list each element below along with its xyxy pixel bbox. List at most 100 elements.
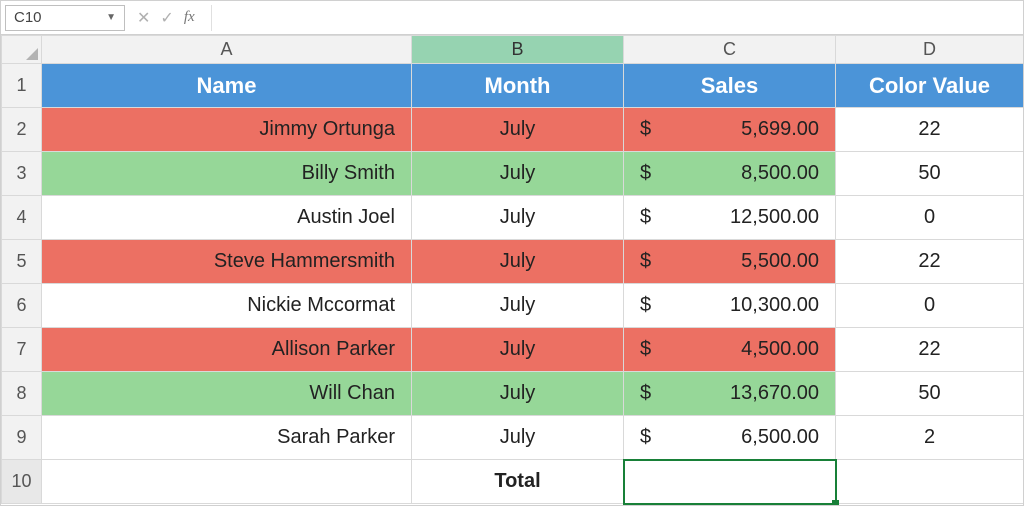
currency-symbol: $ [640, 426, 651, 449]
cell-B2[interactable]: July [412, 108, 624, 152]
colorvalue-value: 0 [836, 196, 1023, 239]
cell-C7[interactable]: $4,500.00 [624, 328, 836, 372]
cell-A1[interactable]: Name [42, 64, 412, 108]
name-value: Jimmy Ortunga [42, 108, 411, 151]
row-header-3[interactable]: 3 [2, 152, 42, 196]
sales-value: $13,670.00 [624, 372, 835, 415]
total-label: Total [412, 460, 623, 503]
cell-A5[interactable]: Steve Hammersmith [42, 240, 412, 284]
cell-C3[interactable]: $8,500.00 [624, 152, 836, 196]
row-header-9[interactable]: 9 [2, 416, 42, 460]
row-header-6[interactable]: 6 [2, 284, 42, 328]
cell-B10[interactable]: Total [412, 460, 624, 504]
cell-C2[interactable]: $5,699.00 [624, 108, 836, 152]
col-header-C[interactable]: C [624, 36, 836, 64]
cell-B1[interactable]: Month [412, 64, 624, 108]
table-row-total: 10 Total [2, 460, 1024, 504]
formula-bar: C10 ▼ ✕ ✓ fx [1, 1, 1023, 35]
name-box-value: C10 [14, 9, 42, 26]
header-sales: Sales [624, 64, 835, 107]
cell-D7[interactable]: 22 [836, 328, 1024, 372]
currency-symbol: $ [640, 118, 651, 141]
select-all-corner[interactable] [2, 36, 42, 64]
sales-value: $6,500.00 [624, 416, 835, 459]
cell-D10[interactable] [836, 460, 1024, 504]
cell-C1[interactable]: Sales [624, 64, 836, 108]
cell-A10[interactable] [42, 460, 412, 504]
cell-C6[interactable]: $10,300.00 [624, 284, 836, 328]
currency-symbol: $ [640, 294, 651, 317]
cell-D9[interactable]: 2 [836, 416, 1024, 460]
name-value: Will Chan [42, 372, 411, 415]
row-header-1[interactable]: 1 [2, 64, 42, 108]
month-value: July [412, 328, 623, 371]
cell-B5[interactable]: July [412, 240, 624, 284]
row-header-2[interactable]: 2 [2, 108, 42, 152]
cell-B8[interactable]: July [412, 372, 624, 416]
cell-D5[interactable]: 22 [836, 240, 1024, 284]
cell-D1[interactable]: Color Value [836, 64, 1024, 108]
cell-C10[interactable] [624, 460, 836, 504]
col-header-B[interactable]: B [412, 36, 624, 64]
month-value: July [412, 108, 623, 151]
name-box[interactable]: C10 ▼ [5, 5, 125, 31]
cell-A2[interactable]: Jimmy Ortunga [42, 108, 412, 152]
cells-table: A B C D 1NameMonthSalesColor Value2Jimmy… [1, 35, 1024, 504]
cell-C8[interactable]: $13,670.00 [624, 372, 836, 416]
cancel-icon[interactable]: ✕ [137, 8, 150, 28]
cell-B9[interactable]: July [412, 416, 624, 460]
cell-A8[interactable]: Will Chan [42, 372, 412, 416]
cell-A4[interactable]: Austin Joel [42, 196, 412, 240]
cell-A3[interactable]: Billy Smith [42, 152, 412, 196]
excel-window: C10 ▼ ✕ ✓ fx A B C D 1NameMon [0, 0, 1024, 506]
row-header-10[interactable]: 10 [2, 460, 42, 504]
row-header-4[interactable]: 4 [2, 196, 42, 240]
colorvalue-value: 22 [836, 108, 1023, 151]
table-row-header: 1NameMonthSalesColor Value [2, 64, 1024, 108]
month-value: July [412, 152, 623, 195]
sales-value: $10,300.00 [624, 284, 835, 327]
table-row: 3Billy SmithJuly$8,500.0050 [2, 152, 1024, 196]
cell-C5[interactable]: $5,500.00 [624, 240, 836, 284]
row-header-5[interactable]: 5 [2, 240, 42, 284]
cell-D8[interactable]: 50 [836, 372, 1024, 416]
name-value: Steve Hammersmith [42, 240, 411, 283]
month-value: July [412, 240, 623, 283]
cell-B7[interactable]: July [412, 328, 624, 372]
cell-C4[interactable]: $12,500.00 [624, 196, 836, 240]
cell-D2[interactable]: 22 [836, 108, 1024, 152]
currency-symbol: $ [640, 206, 651, 229]
col-header-D[interactable]: D [836, 36, 1024, 64]
cell-A9[interactable]: Sarah Parker [42, 416, 412, 460]
cell-A7[interactable]: Allison Parker [42, 328, 412, 372]
fx-icon[interactable]: fx [184, 9, 195, 26]
cell-B4[interactable]: July [412, 196, 624, 240]
header-name: Name [42, 64, 411, 107]
cell-D3[interactable]: 50 [836, 152, 1024, 196]
formula-input[interactable] [211, 5, 1019, 31]
row-header-7[interactable]: 7 [2, 328, 42, 372]
currency-symbol: $ [640, 382, 651, 405]
cell-D4[interactable]: 0 [836, 196, 1024, 240]
table-row: 6Nickie MccormatJuly$10,300.000 [2, 284, 1024, 328]
enter-icon[interactable]: ✓ [160, 8, 173, 28]
cell-A6[interactable]: Nickie Mccormat [42, 284, 412, 328]
col-header-A[interactable]: A [42, 36, 412, 64]
sales-value: $8,500.00 [624, 152, 835, 195]
row-header-8[interactable]: 8 [2, 372, 42, 416]
sales-value: $12,500.00 [624, 196, 835, 239]
cell-D6[interactable]: 0 [836, 284, 1024, 328]
colorvalue-value: 50 [836, 372, 1023, 415]
month-value: July [412, 416, 623, 459]
sales-value: $5,500.00 [624, 240, 835, 283]
month-value: July [412, 372, 623, 415]
cell-B6[interactable]: July [412, 284, 624, 328]
cell-C9[interactable]: $6,500.00 [624, 416, 836, 460]
table-row: 4Austin JoelJuly$12,500.000 [2, 196, 1024, 240]
currency-symbol: $ [640, 338, 651, 361]
cell-B3[interactable]: July [412, 152, 624, 196]
name-value: Billy Smith [42, 152, 411, 195]
name-box-dropdown-icon[interactable]: ▼ [106, 12, 116, 23]
grid[interactable]: A B C D 1NameMonthSalesColor Value2Jimmy… [1, 35, 1023, 504]
table-row: 2Jimmy OrtungaJuly$5,699.0022 [2, 108, 1024, 152]
